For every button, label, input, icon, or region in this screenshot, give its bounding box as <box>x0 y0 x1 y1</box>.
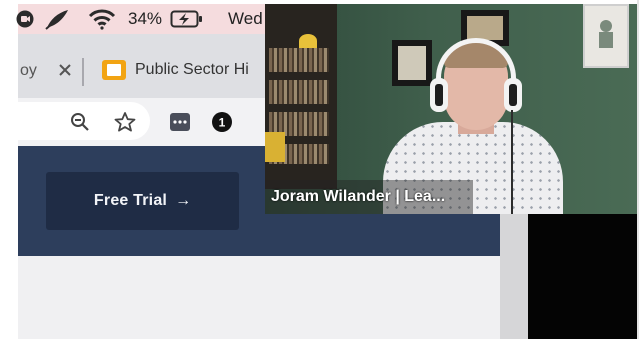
extension-badge-icon[interactable]: 1 <box>210 110 234 134</box>
video-call-window[interactable]: Joram Wilander | Lea... <box>265 4 637 214</box>
bookmark-star-icon[interactable] <box>112 109 138 135</box>
wifi-icon[interactable] <box>88 4 116 34</box>
facetime-icon[interactable] <box>16 4 36 34</box>
headphone-cable <box>511 110 513 214</box>
slides-favicon-icon <box>102 60 126 80</box>
active-tab-title[interactable]: Public Sector Hi <box>135 61 249 79</box>
menubar-day: Wed <box>228 9 263 28</box>
extension-icon[interactable] <box>168 110 192 134</box>
participant-name-label: Joram Wilander | Lea... <box>265 180 473 214</box>
black-panel <box>528 214 639 339</box>
page-content <box>18 256 500 339</box>
browser-toolbar: 1 <box>18 98 278 146</box>
previous-tab-title[interactable]: oy <box>20 62 37 80</box>
battery-percent: 34% <box>128 9 163 28</box>
wall-frame <box>392 40 432 86</box>
quill-icon[interactable] <box>44 4 70 34</box>
menu-bar: 34% Wed <box>16 4 278 34</box>
headphone-earcup <box>504 78 522 112</box>
tab-separator <box>82 58 84 86</box>
books-row <box>269 80 329 104</box>
yellow-object <box>265 132 285 162</box>
wall-frame-art <box>467 16 503 40</box>
battery-charging-icon[interactable] <box>170 4 204 34</box>
arrow-right-icon: → <box>175 192 192 209</box>
wall-frame-art <box>398 46 426 80</box>
scrollbar-track[interactable] <box>500 214 528 339</box>
free-trial-label: Free Trial <box>93 192 168 209</box>
tab-strip: oy Public Sector Hi <box>18 34 278 98</box>
headphone-earcup <box>430 78 448 112</box>
zoom-out-icon[interactable] <box>68 110 92 134</box>
screen: 34% Wed oy Public Sector Hi 1 Free Trial… <box>0 0 639 339</box>
close-icon[interactable] <box>56 60 74 80</box>
books-row <box>269 48 329 72</box>
participant-name: Joram Wilander | Lea... <box>271 188 446 205</box>
extension-badge-count: 1 <box>219 116 226 130</box>
hard-hat <box>299 34 317 48</box>
wall-poster <box>583 4 629 68</box>
free-trial-button[interactable]: Free Trial → <box>46 172 239 230</box>
